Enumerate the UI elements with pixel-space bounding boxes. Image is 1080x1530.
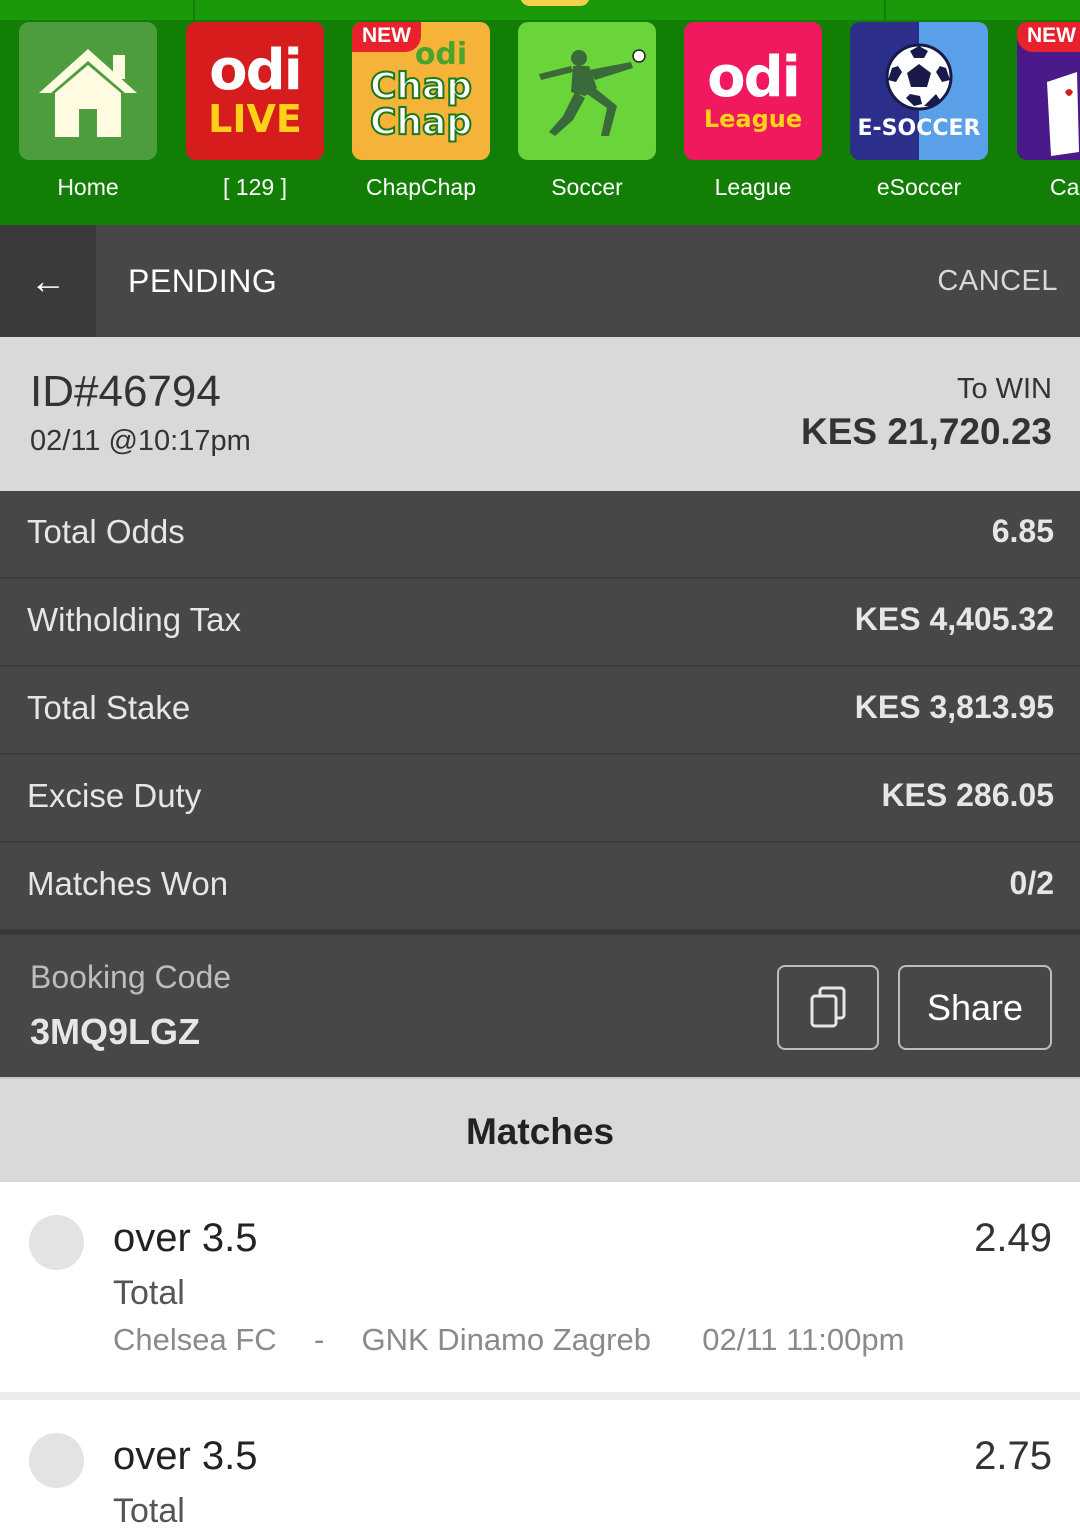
new-badge: NEW bbox=[1017, 22, 1080, 52]
match-status-indicator bbox=[29, 1433, 84, 1488]
detail-value: 6.85 bbox=[991, 513, 1054, 549]
logo-text: E-SOCCER bbox=[857, 115, 981, 141]
detail-value: KES 286.05 bbox=[881, 777, 1054, 813]
copy-button[interactable] bbox=[777, 965, 879, 1050]
copy-icon bbox=[810, 986, 846, 1027]
detail-label: Witholding Tax bbox=[27, 601, 242, 638]
chapchap-logo: NEW odi Chap Chap bbox=[352, 22, 490, 160]
match-odds: 2.49 bbox=[974, 1216, 1052, 1260]
match-status-indicator bbox=[29, 1215, 84, 1270]
logo-text: odi bbox=[414, 37, 468, 72]
detail-value: 0/2 bbox=[1009, 865, 1054, 901]
logo-text: Chap bbox=[369, 102, 473, 143]
top-strip bbox=[0, 0, 1080, 20]
match-time: 02/11 11:00pm bbox=[702, 1322, 905, 1357]
detail-row-matches-won: Matches Won 0/2 bbox=[0, 843, 1080, 931]
detail-row-withholding-tax: Witholding Tax KES 4,405.32 bbox=[0, 579, 1080, 667]
home-team: Chelsea FC bbox=[113, 1322, 277, 1357]
nav-item-soccer[interactable]: Soccer bbox=[517, 22, 657, 222]
casino-tile: NEW bbox=[1017, 22, 1080, 160]
cancel-button[interactable]: CANCEL bbox=[937, 265, 1058, 298]
booking-code-section: Booking Code 3MQ9LGZ Share bbox=[0, 931, 1080, 1077]
nav-label-home: Home bbox=[57, 174, 119, 200]
nav-label-soccer: Soccer bbox=[551, 174, 623, 200]
soccer-tile bbox=[518, 22, 656, 160]
nav-item-casino[interactable]: NEW Ca bbox=[1017, 22, 1080, 222]
strip-badge bbox=[520, 0, 590, 6]
detail-row-total-odds: Total Odds 6.85 bbox=[0, 491, 1080, 579]
logo-text: LIVE bbox=[208, 97, 302, 141]
nav-item-esoccer[interactable]: E-SOCCER eSoccer bbox=[849, 22, 989, 222]
esoccer-logo: E-SOCCER bbox=[850, 22, 988, 160]
bet-date: 02/11 @10:17pm bbox=[30, 425, 251, 457]
logo-text: League bbox=[703, 105, 803, 133]
match-pick: over 3.5 bbox=[113, 1216, 258, 1260]
detail-label: Excise Duty bbox=[27, 777, 202, 814]
nav-item-live[interactable]: odi LIVE [ 129 ] bbox=[185, 22, 325, 222]
match-market: Total bbox=[113, 1274, 185, 1312]
matches-section-title: Matches bbox=[0, 1077, 1080, 1182]
nav-label-league: League bbox=[714, 174, 792, 200]
detail-row-total-stake: Total Stake KES 3,813.95 bbox=[0, 667, 1080, 755]
detail-label: Total Odds bbox=[27, 513, 185, 550]
odi-league-logo: odi League bbox=[684, 22, 822, 160]
nav-label-esoccer: eSoccer bbox=[876, 174, 962, 200]
match-item: over 3.5 2.49 Total Chelsea FC - GNK Din… bbox=[0, 1182, 1080, 1392]
match-item: over 3.5 2.75 Total bbox=[0, 1400, 1080, 1530]
to-win-amount: KES 21,720.23 bbox=[801, 411, 1052, 452]
page-header: ← PENDING CANCEL bbox=[0, 225, 1080, 337]
match-pick: over 3.5 bbox=[113, 1434, 258, 1478]
match-fixture: Chelsea FC - GNK Dinamo Zagreb 02/11 11:… bbox=[113, 1322, 904, 1358]
arrow-left-icon: ← bbox=[30, 260, 66, 301]
odi-live-logo: odi LIVE bbox=[186, 22, 324, 160]
nav-item-home[interactable]: Home bbox=[18, 22, 158, 222]
detail-label: Total Stake bbox=[27, 689, 191, 726]
logo-text: odi bbox=[209, 38, 303, 103]
bet-details: Total Odds 6.85 Witholding Tax KES 4,405… bbox=[0, 491, 1080, 931]
page-title: PENDING bbox=[128, 263, 278, 299]
nav-label-live-count: [ 129 ] bbox=[223, 174, 287, 200]
nav-label-chapchap: ChapChap bbox=[366, 174, 476, 200]
to-win-label: To WIN bbox=[956, 373, 1052, 405]
home-icon bbox=[39, 49, 137, 137]
new-badge: NEW bbox=[352, 22, 421, 52]
home-tile bbox=[19, 22, 157, 160]
bet-id: ID#46794 bbox=[30, 367, 221, 416]
booking-code-label: Booking Code bbox=[30, 959, 232, 995]
soccer-player-icon bbox=[539, 49, 646, 136]
share-button[interactable]: Share bbox=[898, 965, 1052, 1050]
strip-divider bbox=[884, 0, 886, 20]
soccer-ball-icon bbox=[885, 43, 953, 110]
bet-summary: ID#46794 02/11 @10:17pm To WIN KES 21,72… bbox=[0, 337, 1080, 491]
match-market: Total bbox=[113, 1492, 185, 1530]
nav-item-chapchap[interactable]: NEW odi Chap Chap ChapChap bbox=[351, 22, 491, 222]
booking-code: 3MQ9LGZ bbox=[30, 1011, 201, 1052]
back-button[interactable]: ← bbox=[0, 225, 96, 337]
nav-item-league[interactable]: odi League League bbox=[683, 22, 823, 222]
away-team: GNK Dinamo Zagreb bbox=[361, 1322, 651, 1357]
logo-text: odi bbox=[707, 45, 801, 110]
match-odds: 2.75 bbox=[974, 1434, 1052, 1478]
top-navigation: Home odi LIVE [ 129 ] NEW odi Chap Chap … bbox=[0, 0, 1080, 225]
team-separator: - bbox=[313, 1322, 325, 1357]
detail-label: Matches Won bbox=[27, 865, 229, 902]
detail-value: KES 3,813.95 bbox=[854, 689, 1054, 725]
detail-value: KES 4,405.32 bbox=[854, 601, 1054, 637]
nav-label-casino: Ca bbox=[1050, 174, 1080, 200]
logo-text: Chap bbox=[369, 66, 473, 107]
match-divider bbox=[0, 1392, 1080, 1400]
strip-divider bbox=[193, 0, 195, 20]
detail-row-excise-duty: Excise Duty KES 286.05 bbox=[0, 755, 1080, 843]
